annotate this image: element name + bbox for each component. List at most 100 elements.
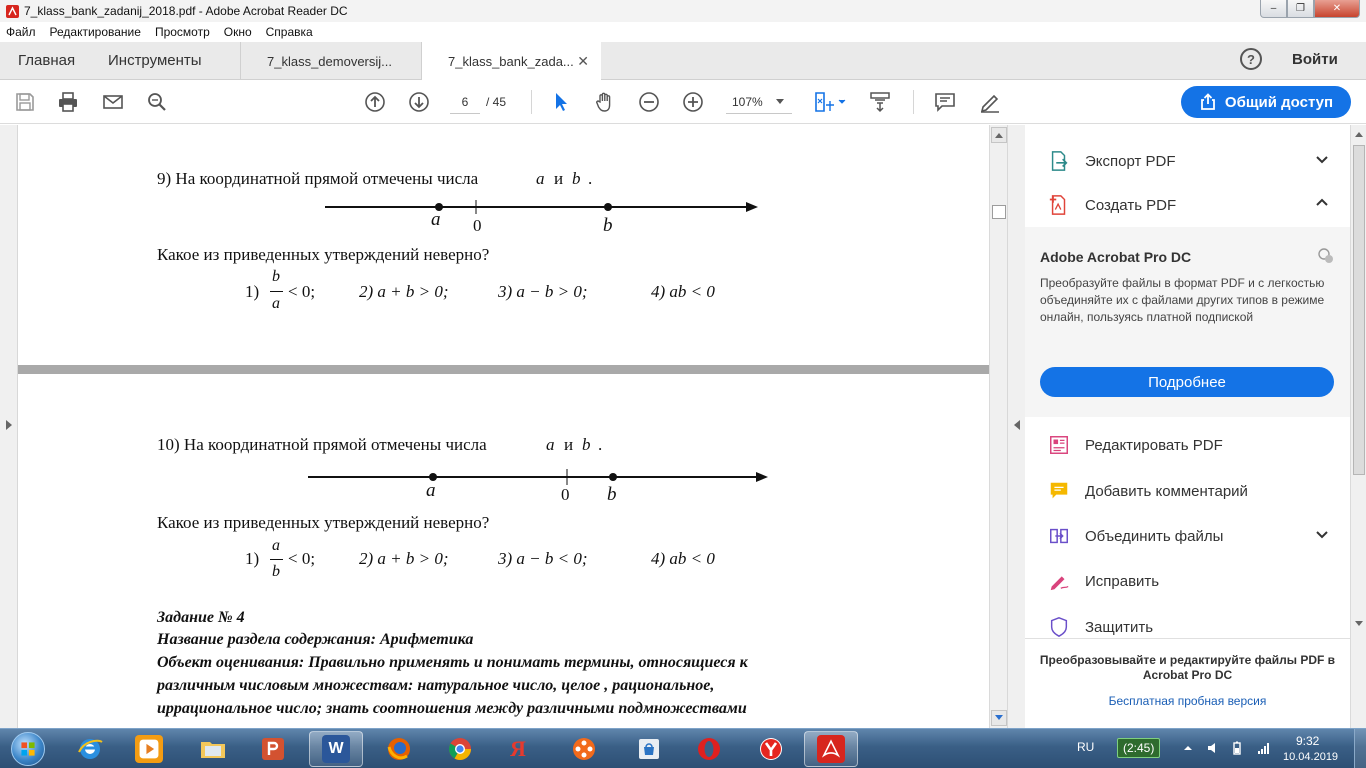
fit-page-icon[interactable]	[812, 90, 848, 114]
collapse-right-icon	[1014, 420, 1020, 430]
taskbar-yandex[interactable]: Я	[491, 731, 545, 767]
tool-edit-pdf-label: Редактировать PDF	[1085, 436, 1223, 454]
page-number-input[interactable]	[450, 90, 480, 114]
taskbar-media-player[interactable]	[122, 731, 176, 767]
scroll-up-arrow[interactable]	[1352, 127, 1366, 141]
share-button[interactable]: Общий доступ	[1181, 86, 1351, 118]
menu-help[interactable]: Справка	[266, 25, 313, 39]
task-objective-line-3: иррациональное число; знать соотношения …	[157, 700, 747, 717]
tool-create-pdf[interactable]: Создать PDF	[1025, 183, 1350, 227]
task-section-name: Название раздела содержания: Арифметика	[157, 631, 474, 648]
battery-icon[interactable]	[1230, 741, 1244, 755]
powerpoint-icon	[259, 735, 287, 763]
menu-bar: Файл Редактирование Просмотр Окно Справк…	[0, 22, 1366, 42]
windows-logo-icon	[11, 732, 45, 766]
left-pane-toggle[interactable]	[0, 125, 18, 728]
language-indicator[interactable]: RU	[1077, 740, 1094, 754]
film-reel-icon	[570, 735, 598, 763]
taskbar-media-get[interactable]	[557, 731, 611, 767]
q9-option1-inequality: < 0;	[288, 282, 316, 301]
clock-date[interactable]: 10.04.2019	[1283, 751, 1338, 763]
scrollbar-thumb[interactable]	[1353, 145, 1365, 475]
previous-page-icon[interactable]	[363, 90, 387, 114]
search-icon[interactable]	[145, 90, 169, 114]
signin-link[interactable]: Войти	[1292, 51, 1338, 68]
close-button[interactable]: ✕	[1314, 0, 1360, 18]
tool-edit-pdf[interactable]: Редактировать PDF	[1025, 423, 1350, 467]
select-cursor-icon[interactable]	[549, 90, 573, 114]
chevron-down-icon	[776, 99, 784, 104]
tab-home[interactable]: Главная	[18, 52, 75, 69]
tool-combine-files[interactable]: Объединить файлы	[1025, 514, 1350, 558]
print-icon[interactable]	[56, 90, 80, 114]
scroll-down-arrow[interactable]	[991, 710, 1007, 726]
tools-pane-scrollbar[interactable]	[1350, 125, 1366, 728]
right-pane-footer: Преобразовывайте и редактируйте файлы PD…	[1025, 638, 1350, 728]
promo-description: Преобразуйте файлы в формат PDF и с легк…	[1040, 276, 1325, 324]
free-trial-link[interactable]: Бесплатная пробная версия	[1035, 694, 1340, 708]
q9-period: .	[588, 169, 593, 188]
next-page-icon[interactable]	[407, 90, 431, 114]
tab-close-icon[interactable]: ✕	[577, 53, 589, 70]
minimize-button[interactable]: –	[1260, 0, 1287, 18]
tab-document-2[interactable]: 7_klass_bank_zada... ✕	[421, 42, 601, 81]
tool-fill-sign[interactable]: Исправить	[1025, 559, 1350, 603]
tool-protect-label: Защитить	[1085, 618, 1154, 636]
taskbar-chrome[interactable]	[433, 731, 487, 767]
tool-create-pdf-label: Создать PDF	[1085, 196, 1177, 214]
hand-tool-icon[interactable]	[593, 90, 617, 114]
maximize-button[interactable]: ❐	[1287, 0, 1314, 18]
chrome-icon	[446, 735, 474, 763]
q9-question: Какое из приведенных утверждений неверно…	[157, 245, 490, 264]
taskbar-acrobat-reader[interactable]	[804, 731, 858, 767]
taskbar-yandex-browser[interactable]	[744, 731, 798, 767]
network-signal-icon[interactable]	[1257, 741, 1271, 755]
tab-tools[interactable]: Инструменты	[108, 52, 202, 69]
zoom-in-icon[interactable]	[681, 90, 705, 114]
q10-var-b: b	[582, 435, 591, 454]
zoom-level-dropdown[interactable]: 107%	[726, 90, 792, 114]
help-icon[interactable]: ?	[1240, 48, 1262, 70]
highlight-pen-icon[interactable]	[978, 90, 1002, 114]
taskbar-word[interactable]: W	[309, 731, 363, 767]
start-button[interactable]	[4, 730, 52, 768]
show-desktop-button[interactable]	[1354, 729, 1366, 768]
menu-edit[interactable]: Редактирование	[50, 25, 141, 39]
taskbar-powerpoint[interactable]	[246, 731, 300, 767]
tray-expand-icon[interactable]	[1181, 741, 1195, 755]
window-controls: – ❐ ✕	[1260, 0, 1360, 18]
scroll-up-arrow[interactable]	[991, 127, 1007, 143]
save-icon[interactable]	[13, 90, 37, 114]
menu-window[interactable]: Окно	[224, 25, 252, 39]
create-pdf-icon	[1047, 193, 1071, 217]
learn-more-button[interactable]: Подробнее	[1040, 367, 1334, 397]
toolbar-divider	[913, 90, 914, 114]
tool-export-pdf[interactable]: Экспорт PDF	[1025, 139, 1350, 183]
zoom-out-icon[interactable]	[637, 90, 661, 114]
q9-option1-denominator: a	[272, 295, 280, 312]
menu-file[interactable]: Файл	[6, 25, 36, 39]
speaker-icon[interactable]	[1206, 741, 1220, 755]
folder-icon	[199, 735, 227, 763]
q10-option1-number: 1)	[245, 549, 260, 568]
tool-add-comment[interactable]: Добавить комментарий	[1025, 469, 1350, 513]
comment-icon[interactable]	[933, 90, 957, 114]
scroll-mode-icon[interactable]	[868, 90, 892, 114]
taskbar-opera[interactable]	[682, 731, 736, 767]
battery-timer[interactable]: (2:45)	[1117, 738, 1161, 758]
right-pane-toggle[interactable]	[1007, 125, 1025, 728]
taskbar-firefox[interactable]	[372, 731, 426, 767]
menu-view[interactable]: Просмотр	[155, 25, 210, 39]
taskbar-internet-explorer[interactable]	[63, 731, 117, 767]
taskbar-store-app[interactable]	[622, 731, 676, 767]
page-total: / 45	[486, 95, 507, 109]
chevron-up-icon	[1316, 198, 1328, 206]
word-icon: W	[322, 735, 350, 763]
document-scrollbar[interactable]	[989, 125, 1007, 728]
tab-document-1[interactable]: 7_klass_demoversij...	[240, 42, 420, 80]
email-icon[interactable]	[101, 90, 125, 114]
scroll-down-arrow[interactable]	[1352, 617, 1366, 631]
clock-time[interactable]: 9:32	[1296, 734, 1319, 748]
scrollbar-thumb[interactable]	[992, 205, 1006, 219]
taskbar-explorer[interactable]	[186, 731, 240, 767]
